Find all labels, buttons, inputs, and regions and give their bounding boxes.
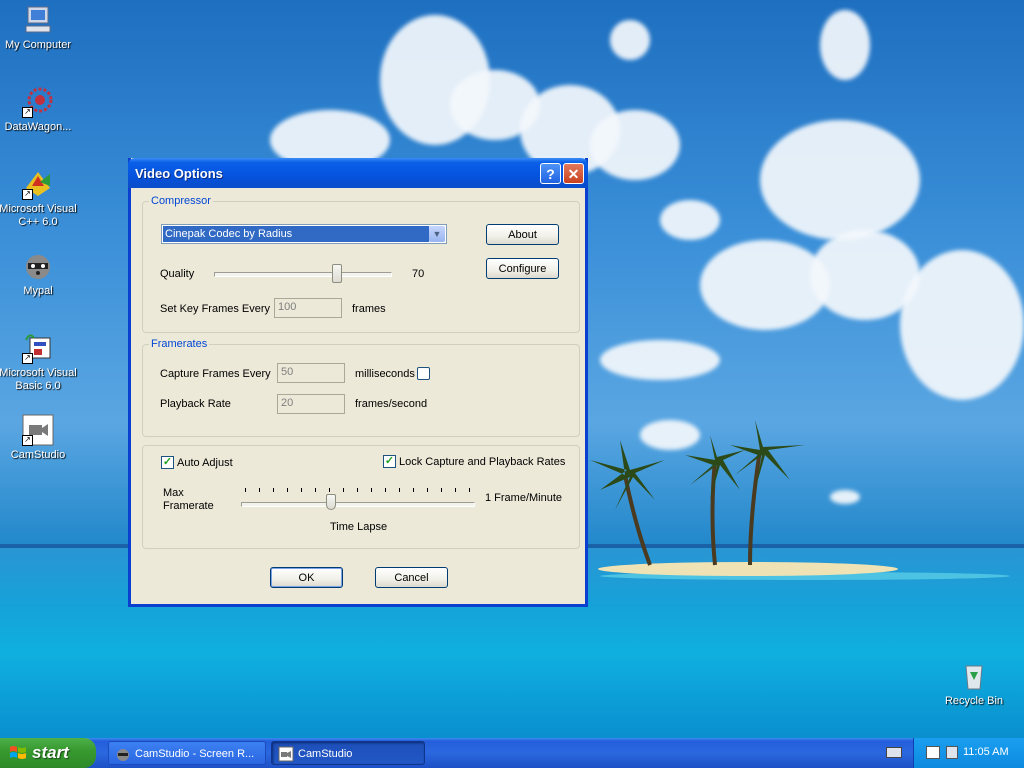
playback-rate-input[interactable]: 20 (277, 394, 345, 414)
max-framerate-label: Max (163, 487, 184, 499)
camstudio-icon (278, 746, 294, 762)
playback-rate-label: Playback Rate (160, 398, 231, 410)
dialog-titlebar[interactable]: Video Options ? ✕ (128, 158, 588, 188)
milliseconds-checkbox[interactable] (417, 367, 430, 380)
desktop-icon-visual-basic[interactable]: ↗ Microsoft Visual Basic 6.0 (0, 332, 78, 393)
shortcut-arrow-icon: ↗ (22, 353, 33, 364)
auto-adjust-checkbox[interactable]: ✓ (161, 456, 174, 469)
time-lapse-label: Time Lapse (330, 521, 388, 533)
lock-rates-checkbox[interactable]: ✓ (383, 455, 396, 468)
recycle-bin-icon (958, 660, 990, 692)
taskbar-item-label: CamStudio (298, 748, 353, 760)
max-framerate-label-2: Framerate (163, 500, 214, 512)
start-button[interactable]: start (0, 738, 96, 768)
desktop-icon-label: CamStudio (10, 449, 66, 461)
desktop-icon-label: Microsoft Visual C++ 6.0 (0, 203, 77, 228)
keyframes-unit: frames (352, 303, 386, 315)
recording-tray-icon[interactable] (946, 746, 958, 759)
desktop-icon-camstudio[interactable]: ↗ CamStudio (0, 414, 78, 462)
close-button[interactable]: ✕ (563, 163, 584, 184)
desktop-icon-recycle-bin[interactable]: Recycle Bin (934, 660, 1014, 708)
quality-label: Quality (160, 268, 195, 280)
framerate-value: 1 Frame/Minute (485, 492, 563, 504)
camstudio-icon: ↗ (22, 414, 54, 446)
framerate-slider-track[interactable] (241, 502, 475, 507)
playback-rate-unit: frames/second (355, 398, 428, 410)
framerate-slider-thumb[interactable] (326, 494, 336, 510)
desktop-icon-label: Recycle Bin (944, 695, 1004, 707)
start-label: start (32, 743, 69, 762)
computer-icon (22, 4, 54, 36)
taskbar-item-label: CamStudio - Screen R... (135, 748, 255, 760)
desktop-icon-visual-cpp[interactable]: ↗ Microsoft Visual C++ 6.0 (0, 168, 78, 229)
desktop-icon-my-computer[interactable]: My Computer (0, 4, 78, 52)
desktop-icon-label: My Computer (4, 39, 72, 51)
dialog-title: Video Options (135, 166, 223, 181)
visual-basic-icon: ↗ (22, 332, 54, 364)
codec-select[interactable]: Cinepak Codec by Radius ▼ (161, 224, 447, 244)
help-button[interactable]: ? (540, 163, 561, 184)
ok-button[interactable]: OK (270, 567, 343, 588)
desktop-icon-label: Microsoft Visual Basic 6.0 (0, 367, 77, 392)
configure-button[interactable]: Configure (486, 258, 559, 279)
cancel-button[interactable]: Cancel (375, 567, 448, 588)
shortcut-arrow-icon: ↗ (22, 189, 33, 200)
keyboard-icon[interactable] (886, 747, 902, 758)
about-button[interactable]: About (486, 224, 559, 245)
capture-frames-unit: milliseconds (355, 368, 415, 380)
taskbar: start CamStudio - Screen R... CamStudio … (0, 738, 1024, 768)
desktop-icon-label: DataWagon... (4, 121, 72, 133)
visual-cpp-icon: ↗ (22, 168, 54, 200)
shortcut-arrow-icon: ↗ (22, 435, 33, 446)
camstudio-tray-icon[interactable] (926, 746, 940, 759)
clock: 11:05 AM (963, 746, 1009, 758)
desktop-icon-datawagon[interactable]: ↗ DataWagon... (0, 86, 78, 134)
quality-slider-track[interactable] (214, 272, 392, 277)
datawagon-icon: ↗ (22, 86, 54, 118)
compressor-group-label: Compressor (149, 195, 213, 207)
capture-frames-label: Capture Frames Every (160, 368, 271, 380)
auto-adjust-label: Auto Adjust (177, 457, 233, 469)
palm-trees (590, 420, 805, 566)
windows-flag-icon (10, 746, 26, 759)
keyframes-input[interactable]: 100 (274, 298, 342, 318)
desktop-icon-label: Mypal (23, 285, 53, 297)
taskbar-item-camstudio-recorder[interactable]: CamStudio - Screen R... (108, 741, 266, 765)
desktop-icon-mypal[interactable]: Mypal (0, 250, 78, 298)
quality-slider-thumb[interactable] (332, 264, 342, 283)
taskbar-item-camstudio[interactable]: CamStudio (271, 741, 425, 765)
codec-selected-value: Cinepak Codec by Radius (163, 226, 429, 242)
keyframes-label: Set Key Frames Every (160, 303, 271, 315)
quality-value: 70 (412, 268, 425, 280)
raccoon-icon (22, 250, 54, 282)
shortcut-arrow-icon: ↗ (22, 107, 33, 118)
lock-rates-label: Lock Capture and Playback Rates (399, 456, 566, 468)
capture-frames-input[interactable]: 50 (277, 363, 345, 383)
framerates-group-label: Framerates (149, 338, 210, 350)
framerates-group: Framerates (142, 338, 580, 437)
chevron-down-icon[interactable]: ▼ (429, 226, 445, 242)
raccoon-icon (117, 749, 129, 761)
